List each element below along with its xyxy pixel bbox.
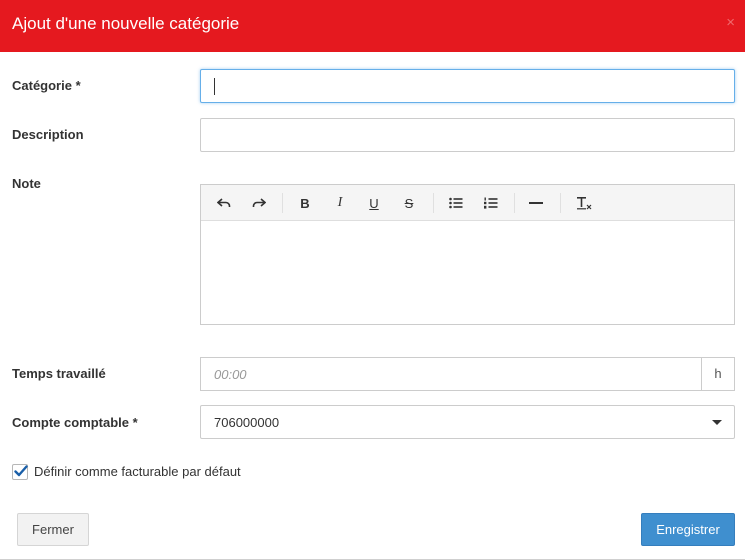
caret-down-icon <box>712 420 722 425</box>
dialog-title: Ajout d'une nouvelle catégorie <box>12 14 240 33</box>
horizontal-rule-icon[interactable] <box>525 194 547 212</box>
time-worked-input[interactable]: 00:00 <box>200 357 701 391</box>
toolbar-divider <box>514 193 515 213</box>
billable-default-label: Définir comme facturable par défaut <box>34 464 241 479</box>
time-worked-placeholder: 00:00 <box>214 367 247 382</box>
time-worked-group: 00:00 h <box>200 357 735 391</box>
note-editor: B I U S <box>200 184 735 325</box>
category-input[interactable] <box>200 69 735 103</box>
numbered-list-icon[interactable] <box>480 194 502 212</box>
close-icon[interactable]: × <box>726 14 735 32</box>
bold-icon[interactable]: B <box>294 194 316 212</box>
category-label: Catégorie * <box>12 78 81 93</box>
note-label: Note <box>12 176 41 191</box>
checkmark-icon <box>14 465 28 477</box>
account-label: Compte comptable * <box>12 415 138 430</box>
italic-icon[interactable]: I <box>329 194 351 212</box>
toolbar-divider <box>560 193 561 213</box>
add-category-dialog: Ajout d'une nouvelle catégorie × Catégor… <box>0 0 745 560</box>
editor-toolbar: B I U S <box>201 185 734 221</box>
redo-icon[interactable] <box>248 194 270 212</box>
strikethrough-icon[interactable]: S <box>398 194 420 212</box>
save-button[interactable]: Enregistrer <box>641 513 735 546</box>
description-input[interactable] <box>200 118 735 152</box>
hours-unit-addon: h <box>701 357 735 391</box>
time-worked-label: Temps travaillé <box>12 366 106 381</box>
toolbar-divider <box>282 193 283 213</box>
text-caret <box>214 78 215 95</box>
close-button[interactable]: Fermer <box>17 513 89 546</box>
undo-icon[interactable] <box>213 194 235 212</box>
dialog-header: Ajout d'une nouvelle catégorie × <box>0 0 745 52</box>
account-select[interactable]: 706000000 <box>200 405 735 439</box>
clear-formatting-icon[interactable] <box>573 194 595 212</box>
note-content-area[interactable] <box>201 221 734 324</box>
toolbar-divider <box>433 193 434 213</box>
account-selected-value: 706000000 <box>214 415 280 430</box>
bulleted-list-icon[interactable] <box>445 194 467 212</box>
billable-default-checkbox[interactable] <box>12 464 28 480</box>
underline-icon[interactable]: U <box>363 194 385 212</box>
description-label: Description <box>12 127 84 142</box>
